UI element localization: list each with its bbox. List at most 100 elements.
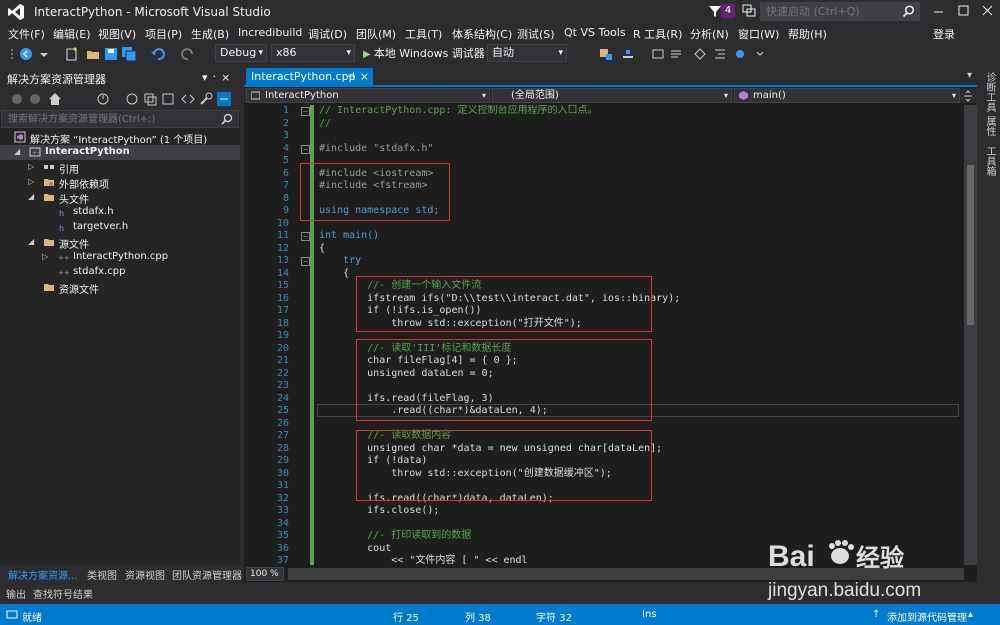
tab-find-symbol-results[interactable]: 查找符号结果 <box>33 586 93 601</box>
forward-icon[interactable] <box>27 91 43 107</box>
tree-item-targetver-h[interactable]: h targetver.h <box>0 220 240 235</box>
collapsed-arrow-icon[interactable]: ▷ <box>28 177 34 186</box>
menu-incredibuild[interactable]: Incredibuild <box>238 26 302 39</box>
menu-edit[interactable]: 编辑(E) <box>53 26 91 42</box>
close-window-button[interactable] <box>974 0 1000 22</box>
comment-icon[interactable] <box>668 46 684 62</box>
menu-r-tools[interactable]: R 工具(R) <box>633 26 682 42</box>
tab-overflow-dropdown-icon[interactable]: ▾ <box>967 70 972 81</box>
notification-count-badge[interactable]: 4 <box>721 4 735 18</box>
menu-team[interactable]: 团队(M) <box>356 26 396 42</box>
indent-icon[interactable] <box>712 46 728 62</box>
pending-changes-icon[interactable] <box>95 91 111 107</box>
format-icon[interactable] <box>692 46 708 62</box>
tree-item-references[interactable]: ▷ 引用 <box>0 160 240 176</box>
expanded-arrow-icon[interactable]: ◢ <box>28 237 34 246</box>
configuration-select[interactable]: Debug ▾ <box>215 44 267 62</box>
feedback-icon[interactable] <box>742 4 756 18</box>
tree-item-header-files[interactable]: ◢ 头文件 <box>0 190 240 206</box>
menu-architecture[interactable]: 体系结构(C) <box>452 26 512 42</box>
save-icon[interactable] <box>103 46 119 62</box>
menu-analyze[interactable]: 分析(N) <box>690 26 729 42</box>
tab-class-view[interactable]: 类视图 <box>87 567 117 582</box>
undo-icon[interactable] <box>150 46 166 62</box>
redo-icon[interactable] <box>180 46 196 62</box>
expanded-arrow-icon[interactable]: ◢ <box>28 192 34 201</box>
menu-file[interactable]: 文件(F) <box>8 26 45 42</box>
search-icon[interactable] <box>902 5 915 18</box>
notifications-flag-icon[interactable] <box>708 4 722 18</box>
minimize-button[interactable] <box>925 0 952 22</box>
tree-item-external-dependencies[interactable]: ▷ 外部依赖项 <box>0 175 240 191</box>
quick-launch-box[interactable] <box>760 2 920 21</box>
menu-build[interactable]: 生成(B) <box>191 26 229 42</box>
menu-tools[interactable]: 工具(T) <box>405 26 442 42</box>
code-area[interactable]: − − − − 1// InteractPython.cpp: 定义控制台应用程… <box>244 105 964 565</box>
split-editor-icon[interactable] <box>962 90 974 102</box>
tab-properties[interactable]: 属性 <box>982 116 997 136</box>
zoom-select[interactable]: 100 % <box>246 567 284 581</box>
collapsed-arrow-icon[interactable]: ▷ <box>42 252 48 261</box>
search-icon[interactable] <box>221 113 233 125</box>
properties-wrench-icon[interactable] <box>198 91 214 107</box>
show-all-files-icon[interactable] <box>160 91 176 107</box>
menu-view[interactable]: 视图(V) <box>98 26 136 42</box>
back-icon[interactable] <box>9 91 25 107</box>
open-file-icon[interactable] <box>85 46 101 62</box>
step-icon[interactable] <box>620 46 636 62</box>
pin-tab-icon[interactable]: ⊣ <box>345 68 355 86</box>
navigate-back-icon[interactable] <box>18 46 34 62</box>
solution-platform-select[interactable]: 自动 ▾ <box>487 44 567 62</box>
collapse-all-icon[interactable] <box>142 91 158 107</box>
tree-item-interactpython-cpp[interactable]: ▷ ++ InteractPython.cpp <box>0 250 240 265</box>
view-code-icon[interactable] <box>180 91 196 107</box>
member-navigation-select[interactable]: main() ▾ <box>734 88 960 103</box>
start-debugging-button[interactable]: ▶ 本地 Windows 调试器 <box>363 45 485 63</box>
tab-output[interactable]: 输出 <box>6 586 26 601</box>
vertical-scrollbar-thumb[interactable] <box>967 165 974 325</box>
menu-help[interactable]: 帮助(H) <box>788 26 827 42</box>
breakpoint-icon[interactable] <box>732 46 748 62</box>
home-icon[interactable] <box>47 91 63 107</box>
navigate-forward-dropdown-icon[interactable] <box>36 46 52 62</box>
solution-search-input[interactable] <box>2 111 212 128</box>
scope-navigation-select[interactable]: (全局范围) ▾ <box>492 88 732 103</box>
tab-resource-view[interactable]: 资源视图 <box>125 567 165 582</box>
tree-item-resource-files[interactable]: 资源文件 <box>0 280 240 296</box>
project-navigation-select[interactable]: InteractPython ▾ <box>246 88 490 103</box>
solution-search-box[interactable] <box>1 110 239 128</box>
panel-controls[interactable]: ▾ ᛫ × <box>202 71 230 84</box>
collapsed-arrow-icon[interactable]: ▷ <box>28 162 34 171</box>
chevron-up-icon[interactable]: ▴ <box>968 609 973 620</box>
tree-item-source-files[interactable]: ◢ 源文件 <box>0 235 240 251</box>
maximize-button[interactable] <box>950 0 977 22</box>
menu-qt-vs-tools[interactable]: Qt VS Tools <box>564 26 626 39</box>
menu-debug[interactable]: 调试(D) <box>308 26 347 42</box>
tab-toolbox[interactable]: 工具箱 <box>982 146 997 176</box>
add-to-source-control-button[interactable]: 添加到源代码管理 <box>887 609 967 624</box>
menu-project[interactable]: 项目(P) <box>145 26 182 42</box>
preview-selected-icon[interactable] <box>216 91 232 107</box>
browse-icon[interactable] <box>598 46 614 62</box>
tab-diagnostic-tools[interactable]: 诊断工具 <box>982 72 997 112</box>
sign-in-link[interactable]: 登录 <box>933 26 955 42</box>
save-all-icon[interactable] <box>121 46 137 62</box>
tree-item-stdafx-cpp[interactable]: ++ stdafx.cpp <box>0 265 240 280</box>
tree-item-project[interactable]: ◢ ++ InteractPython <box>0 145 240 160</box>
tree-item-solution[interactable]: 解决方案 “InteractPython” (1 个项目) <box>0 130 240 146</box>
menu-test[interactable]: 测试(S) <box>517 26 555 42</box>
expanded-arrow-icon[interactable]: ◢ <box>14 147 20 156</box>
bookmark-icon[interactable] <box>650 46 666 62</box>
tab-interactpython-cpp[interactable]: InteractPython.cpp ⊣ × <box>246 68 373 87</box>
vertical-scrollbar[interactable] <box>964 105 977 565</box>
new-project-icon[interactable] <box>64 46 80 62</box>
close-tab-icon[interactable]: × <box>360 68 369 86</box>
menu-window[interactable]: 窗口(W) <box>738 26 779 42</box>
tab-solution-explorer[interactable]: 解决方案资源... <box>8 567 78 582</box>
sync-icon[interactable] <box>124 91 140 107</box>
tab-team-explorer[interactable]: 团队资源管理器 <box>172 567 242 582</box>
toolbar-overflow-icon[interactable] <box>752 46 768 62</box>
tree-item-stdafx-h[interactable]: h stdafx.h <box>0 205 240 220</box>
platform-select[interactable]: x86 ▾ <box>271 44 355 62</box>
quick-launch-input[interactable] <box>761 3 896 20</box>
